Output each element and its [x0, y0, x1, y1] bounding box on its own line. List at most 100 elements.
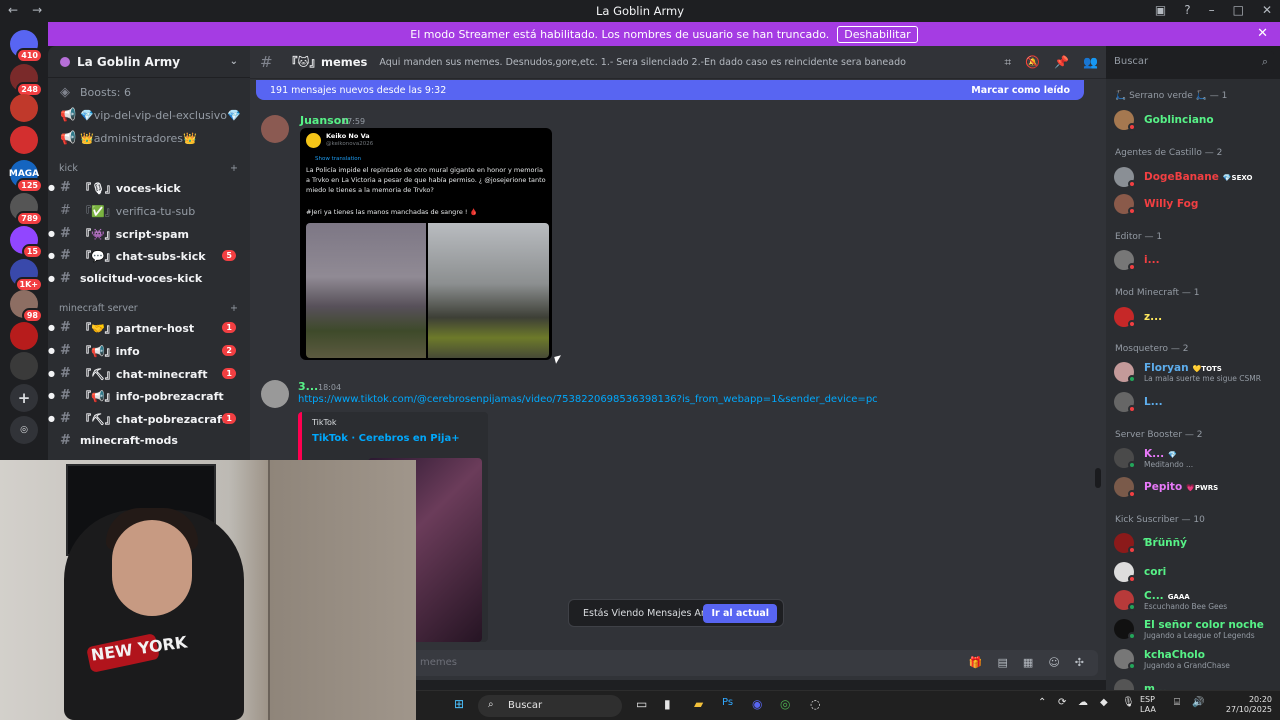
server-icon[interactable]: 15	[10, 226, 43, 259]
add-server-icon[interactable]: +	[10, 384, 38, 412]
mark-read-button[interactable]: Marcar como leído	[971, 85, 1070, 96]
server-icon[interactable]	[10, 94, 38, 122]
server-header[interactable]: La Goblin Army ⌄	[48, 46, 250, 78]
member-item[interactable]: kchaCholo Jugando a GrandChase	[1114, 646, 1276, 672]
channel-item[interactable]: ● # 『⛏』chat-minecraft 1	[48, 363, 244, 384]
avatar[interactable]	[261, 380, 289, 408]
category-kick[interactable]: kick +	[59, 163, 238, 174]
threads-icon[interactable]: ⌗	[1004, 55, 1011, 70]
discover-icon[interactable]: ◎	[10, 416, 38, 444]
cloud-icon[interactable]: ☁	[1078, 697, 1088, 708]
server-icon[interactable]	[10, 352, 38, 380]
server-icon[interactable]: 789	[10, 193, 43, 226]
member-item[interactable]: El señor color noche Jugando a League of …	[1114, 616, 1276, 642]
member-item[interactable]: Goblinciano	[1114, 107, 1276, 133]
channel-item[interactable]: ● # 『👾』script-spam	[48, 223, 244, 244]
add-channel-icon[interactable]: +	[230, 303, 238, 314]
help-icon[interactable]: ?	[1184, 3, 1190, 17]
channel-item[interactable]: ● # 『🎙』voces-kick	[48, 177, 244, 198]
channel-item[interactable]: # minecraft-mods	[54, 430, 244, 451]
volume-icon[interactable]: 🔊	[1192, 697, 1204, 708]
channel-item[interactable]: ● # 『📢』info 2	[48, 340, 244, 361]
clock[interactable]: 20:20 27/10/2025	[1226, 695, 1272, 715]
network-icon[interactable]: ⌸	[1174, 697, 1180, 708]
tweet-image[interactable]: Keiko No Va @keikonova2026 Show translat…	[300, 128, 552, 360]
tray-chevron-icon[interactable]: ⌃	[1038, 697, 1046, 708]
boosts-item[interactable]: ◈ Boosts: 6	[54, 82, 244, 103]
pin-icon[interactable]: 📌	[1054, 55, 1069, 70]
member-item[interactable]: Floryan 💛TOTS La mala suerte me sigue CSMR	[1114, 359, 1276, 385]
member-item[interactable]: m...	[1114, 676, 1276, 690]
server-icon[interactable]	[10, 126, 38, 154]
channel-item[interactable]: ● # 『📢』info-pobrezacraft	[48, 385, 244, 406]
channel-hash-icon: #	[60, 320, 71, 335]
new-messages-bar[interactable]: 191 mensajes nuevos desde las 9:32 Marca…	[256, 80, 1084, 100]
start-icon[interactable]: ⊞	[454, 697, 464, 711]
close-button[interactable]: ✕	[1262, 3, 1272, 17]
category-label: minecraft server	[59, 303, 138, 314]
add-channel-icon[interactable]: +	[230, 163, 238, 174]
obs-icon[interactable]: ◌	[810, 697, 820, 711]
member-item[interactable]: Pepito 💗PWRS	[1114, 474, 1276, 500]
channel-item[interactable]: ● # 『💬』chat-subs-kick 5	[48, 245, 244, 266]
mute-icon[interactable]: 🔕	[1025, 55, 1040, 70]
members-icon[interactable]: 👥	[1083, 55, 1098, 70]
channel-vip[interactable]: 📢 💎vip-del-vip-del-exclusivo💎	[54, 105, 244, 126]
photoshop-icon[interactable]: Ps	[722, 697, 733, 708]
sticker-icon[interactable]: ▦	[1023, 656, 1033, 669]
search-input[interactable]: Buscar ⌕	[1106, 51, 1274, 73]
member-activity: La mala suerte me sigue CSMR	[1144, 374, 1261, 383]
language-indicator[interactable]: ESP LAA	[1140, 695, 1156, 715]
server-icon[interactable]	[10, 322, 38, 350]
scrollbar[interactable]	[1095, 468, 1101, 488]
channel-admins[interactable]: 📢 👑administradores👑	[54, 128, 244, 149]
emoji-icon[interactable]: ☺	[1048, 656, 1059, 669]
discord-icon[interactable]: ◉	[752, 697, 762, 711]
channel-item[interactable]: ● # 『⛏』chat-pobrezacraft 1	[48, 408, 244, 429]
member-item[interactable]: K... 💎 Meditando ...	[1114, 445, 1276, 471]
category-minecraft[interactable]: minecraft server +	[59, 303, 238, 314]
member-item[interactable]: Ɓŕüññý	[1114, 530, 1276, 556]
channel-hash-icon: #	[60, 366, 71, 381]
title-bar: ← → La Goblin Army ▣ ? – □ ✕	[0, 0, 1280, 22]
server-icon[interactable]: 410	[10, 30, 43, 63]
member-item[interactable]: C... GAAA Escuchando Bee Gees	[1114, 587, 1276, 613]
apps-icon[interactable]: ✣	[1075, 656, 1084, 669]
disable-streamer-button[interactable]: Deshabilitar	[837, 25, 918, 43]
server-icon[interactable]: MAGA 125	[9, 160, 43, 193]
mic-icon[interactable]: 🎙	[1122, 697, 1135, 708]
server-icon[interactable]: 248	[10, 64, 43, 97]
server-icon[interactable]: 1K+	[10, 259, 43, 292]
taskbar-search[interactable]: ⌕ Buscar	[478, 695, 622, 717]
inbox-icon[interactable]: ▣	[1155, 3, 1166, 17]
minimize-button[interactable]: –	[1209, 3, 1215, 17]
avatar[interactable]	[261, 115, 289, 143]
message-link[interactable]: https://www.tiktok.com/@cerebrosenpijama…	[298, 394, 878, 405]
sync-icon[interactable]: ⟳	[1058, 697, 1066, 708]
gif-icon[interactable]: ▤	[998, 656, 1008, 669]
close-icon[interactable]: ✕	[1257, 26, 1268, 41]
folder-icon[interactable]: ▰	[694, 697, 703, 711]
member-activity: Meditando ...	[1144, 460, 1194, 469]
message-author[interactable]: 3...	[298, 380, 318, 393]
jump-to-present-button[interactable]: Ir al actual	[703, 604, 777, 623]
embed-title[interactable]: TikTok · Cerebros en Pija+	[312, 433, 460, 444]
tray-app-icon[interactable]: ◆	[1100, 697, 1108, 708]
chrome-icon[interactable]: ◎	[780, 697, 790, 711]
maximize-button[interactable]: □	[1233, 3, 1244, 17]
gift-icon[interactable]: 🎁	[969, 656, 983, 669]
member-item[interactable]: z...	[1114, 304, 1276, 330]
widgets-icon[interactable]: ▮	[664, 697, 671, 711]
member-item[interactable]: DogeBanane 💎SEXO	[1114, 164, 1276, 190]
server-icon[interactable]: 98	[10, 290, 43, 323]
member-item[interactable]: cori	[1114, 559, 1276, 585]
boosts-label: Boosts: 6	[80, 86, 131, 99]
member-item[interactable]: Willy Fog	[1114, 191, 1276, 217]
channel-item[interactable]: ● # solicitud-voces-kick	[48, 268, 244, 289]
taskview-icon[interactable]: ▭	[636, 697, 647, 711]
channel-topic[interactable]: Aqui manden sus memes. Desnudos,gore,etc…	[379, 57, 906, 68]
channel-item[interactable]: ● # 『🤝』partner-host 1	[48, 317, 244, 338]
member-item[interactable]: L...	[1114, 389, 1276, 415]
member-item[interactable]: i...	[1114, 247, 1276, 273]
channel-item[interactable]: # 『✅』verifica-tu-sub	[54, 200, 244, 221]
